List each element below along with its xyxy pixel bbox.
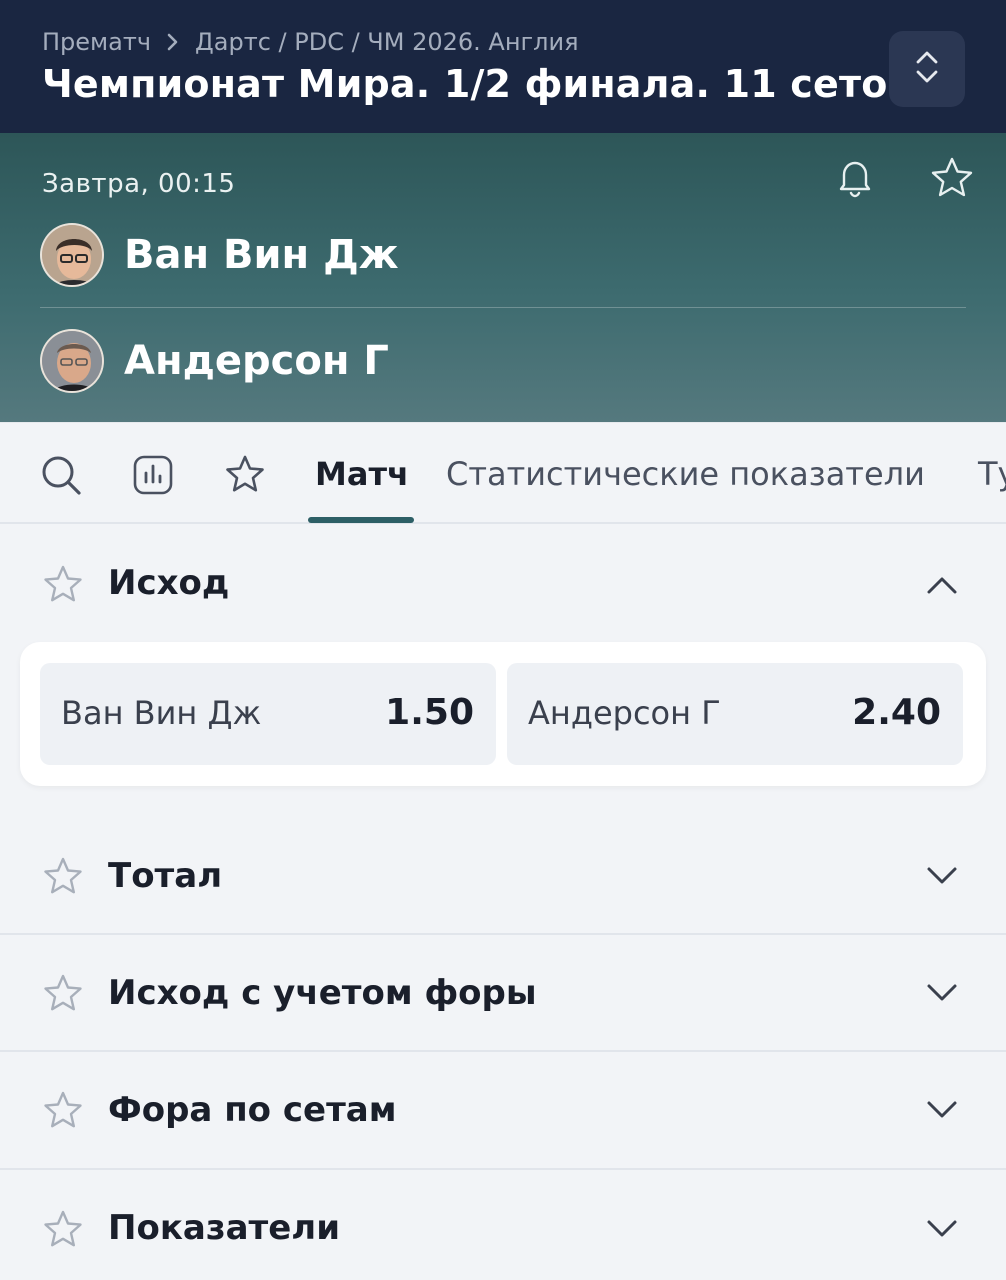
odd-button-team-1[interactable]: Ван Вин Дж 1.50: [40, 663, 496, 765]
team-divider: [40, 307, 966, 308]
event-card: Завтра, 00:15 Ван Вин Дж Андерсон Г: [0, 133, 1006, 422]
chevron-down-icon[interactable]: [926, 983, 958, 1003]
avatar: [40, 223, 104, 287]
market-indicators[interactable]: Показатели: [0, 1170, 1006, 1280]
favorite-star-icon[interactable]: [928, 155, 976, 201]
market-label: Показатели: [108, 1208, 341, 1248]
chevron-down-icon[interactable]: [926, 1100, 958, 1120]
breadcrumb-item-league[interactable]: Дартс / PDC / ЧМ 2026. Англия: [195, 28, 578, 56]
tab-bar: Матч Статистические показатели Ту: [0, 422, 1006, 524]
market-label: Исход с учетом форы: [108, 973, 537, 1013]
team-1-name: Ван Вин Дж: [124, 232, 399, 278]
star-icon[interactable]: [42, 1210, 84, 1250]
chevron-down-icon[interactable]: [926, 1219, 958, 1239]
top-bar: Прематч Дартс / PDC / ЧМ 2026. Англия Че…: [0, 0, 1006, 133]
odd-label: Ван Вин Дж: [61, 694, 262, 732]
breadcrumb: Прематч Дартс / PDC / ЧМ 2026. Англия: [42, 28, 579, 56]
star-icon[interactable]: [42, 565, 84, 605]
market-label: Тотал: [108, 856, 223, 896]
team-2: Андерсон Г: [40, 329, 389, 393]
expand-collapse-icon: [912, 47, 942, 91]
star-icon[interactable]: [42, 857, 84, 897]
page-title: Чемпионат Мира. 1/2 финала. 11 сетов: [42, 62, 912, 106]
star-icon[interactable]: [42, 1091, 84, 1131]
active-tab-indicator: [308, 517, 414, 523]
tab-more[interactable]: Ту: [978, 455, 1006, 493]
market-label: Фора по сетам: [108, 1090, 397, 1130]
stats-icon[interactable]: [132, 454, 174, 496]
event-time: Завтра, 00:15: [42, 169, 236, 199]
star-icon[interactable]: [42, 974, 84, 1014]
market-outcome-header[interactable]: Исход: [0, 525, 1006, 645]
odd-label: Андерсон Г: [528, 694, 721, 732]
breadcrumb-item-prematch[interactable]: Прематч: [42, 28, 151, 56]
team-2-name: Андерсон Г: [124, 338, 389, 384]
odd-value: 1.50: [385, 692, 474, 733]
market-set-handicap[interactable]: Фора по сетам: [0, 1052, 1006, 1168]
avatar: [40, 329, 104, 393]
market-total[interactable]: Тотал: [0, 818, 1006, 934]
switch-match-button[interactable]: [889, 31, 965, 107]
chevron-down-icon[interactable]: [926, 866, 958, 886]
chevron-right-icon: [163, 28, 183, 56]
market-label: Исход: [108, 563, 230, 603]
tab-match[interactable]: Матч: [315, 455, 409, 493]
bell-icon[interactable]: [832, 155, 878, 201]
tab-statistics[interactable]: Статистические показатели: [446, 455, 925, 493]
chevron-up-icon[interactable]: [926, 575, 958, 595]
market-handicap-outcome[interactable]: Исход с учетом форы: [0, 935, 1006, 1051]
search-icon[interactable]: [40, 454, 82, 496]
favorites-tab-star-icon[interactable]: [224, 454, 266, 496]
odd-value: 2.40: [852, 692, 941, 733]
team-1: Ван Вин Дж: [40, 223, 399, 287]
outcome-odds-card: Ван Вин Дж 1.50 Андерсон Г 2.40: [20, 642, 986, 786]
odd-button-team-2[interactable]: Андерсон Г 2.40: [507, 663, 963, 765]
